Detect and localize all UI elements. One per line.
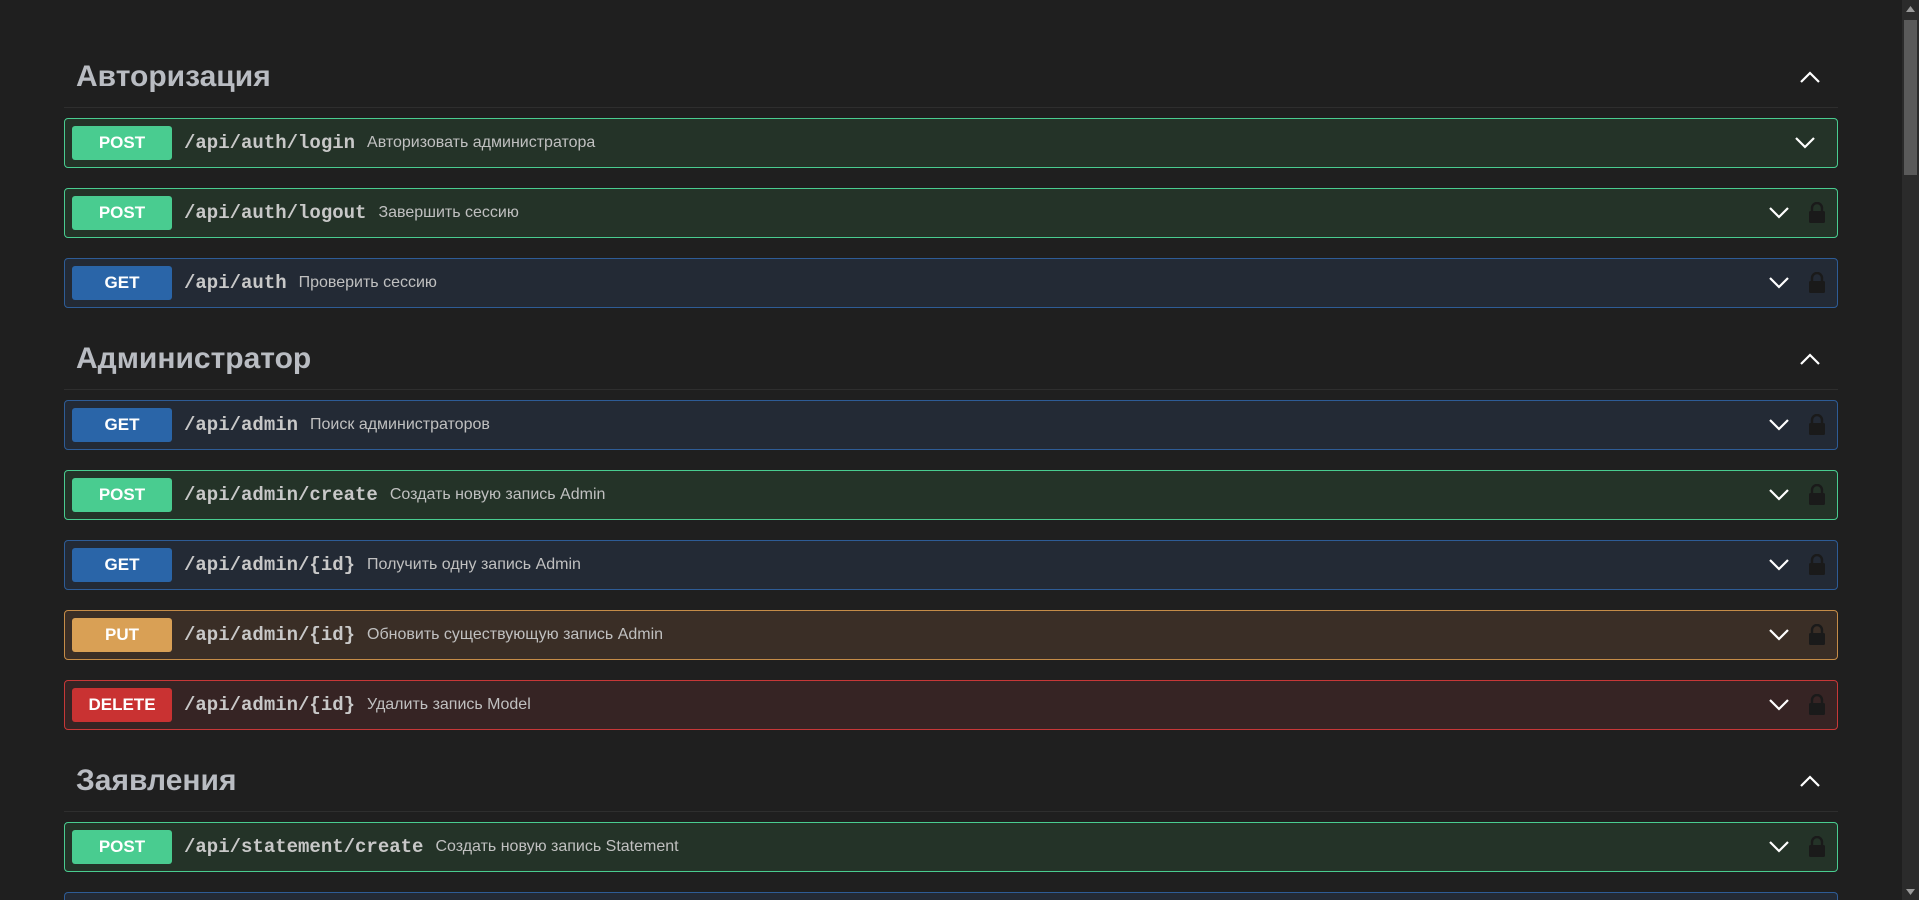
operation-path: /api/admin/{id}: [184, 624, 356, 646]
chevron-down-icon[interactable]: [1761, 687, 1797, 723]
operation-summary: Поиск администраторов: [310, 416, 490, 433]
chevron-down-icon[interactable]: [1761, 195, 1797, 231]
operation-post-auth-login[interactable]: POST /api/auth/login Авторизовать админи…: [64, 118, 1838, 168]
operation-path: /api/admin: [184, 414, 299, 436]
scrollbar-thumb[interactable]: [1904, 20, 1917, 175]
method-badge: GET: [72, 408, 172, 442]
lock-icon[interactable]: [1797, 195, 1837, 231]
operation-path: /api/statement/create: [184, 836, 424, 858]
method-badge: POST: [72, 196, 172, 230]
tag-header[interactable]: Авторизация: [64, 46, 1838, 108]
lock-icon[interactable]: [1797, 407, 1837, 443]
chevron-down-icon[interactable]: [1761, 265, 1797, 301]
tag-section-statements: Заявления POST /api/statement/create Соз…: [64, 750, 1838, 900]
lock-icon[interactable]: [1797, 265, 1837, 301]
chevron-down-icon[interactable]: [1761, 407, 1797, 443]
operation-controls: [1787, 119, 1837, 167]
lock-icon[interactable]: [1797, 829, 1837, 865]
chevron-up-icon[interactable]: [1794, 61, 1826, 93]
lock-icon[interactable]: [1797, 547, 1837, 583]
operation-summary: Авторизовать администратора: [367, 134, 596, 151]
tag-header[interactable]: Администратор: [64, 328, 1838, 390]
tag-title: Администратор: [76, 341, 312, 375]
operation-put-admin-id[interactable]: PUT /api/admin/{id} Обновить существующу…: [64, 610, 1838, 660]
operation-path: /api/auth/login: [184, 132, 356, 154]
method-badge: POST: [72, 830, 172, 864]
chevron-up-icon[interactable]: [1794, 343, 1826, 375]
operation-controls: [1761, 471, 1837, 519]
operation-controls: [1761, 401, 1837, 449]
scroll-up-icon[interactable]: [1902, 0, 1919, 17]
operation-partial[interactable]: [64, 892, 1838, 900]
operation-summary: Удалить запись Model: [367, 696, 531, 713]
operation-summary: Создать новую запись Admin: [389, 486, 606, 503]
operation-get-admin[interactable]: GET /api/admin Поиск администраторов: [64, 400, 1838, 450]
operation-summary: Обновить существующую запись Admin: [367, 626, 664, 643]
operation-path: /api/auth: [184, 272, 287, 294]
tag-title: Авторизация: [76, 59, 271, 93]
operations-list: Авторизация POST /api/auth/login Авториз…: [64, 46, 1838, 900]
method-badge: PUT: [72, 618, 172, 652]
operation-get-admin-id[interactable]: GET /api/admin/{id} Получить одну запись…: [64, 540, 1838, 590]
operation-controls: [1761, 189, 1837, 237]
operation-path: /api/admin/{id}: [184, 554, 356, 576]
operation-summary: Завершить сессию: [378, 204, 519, 221]
operation-summary: Проверить сессию: [298, 274, 437, 291]
operation-summary: Получить одну запись Admin: [367, 556, 581, 573]
operation-summary: Создать новую запись Statement: [435, 838, 679, 855]
method-badge: DELETE: [72, 688, 172, 722]
operation-post-statement-create[interactable]: POST /api/statement/create Создать новую…: [64, 822, 1838, 872]
operation-post-auth-logout[interactable]: POST /api/auth/logout Завершить сессию: [64, 188, 1838, 238]
operation-get-auth[interactable]: GET /api/auth Проверить сессию: [64, 258, 1838, 308]
chevron-down-icon[interactable]: [1787, 125, 1823, 161]
operation-controls: [1761, 681, 1837, 729]
vertical-scrollbar[interactable]: [1902, 0, 1919, 900]
lock-icon[interactable]: [1797, 617, 1837, 653]
operation-path: /api/admin/{id}: [184, 694, 356, 716]
chevron-down-icon[interactable]: [1761, 829, 1797, 865]
operation-controls: [1761, 541, 1837, 589]
method-badge: POST: [72, 126, 172, 160]
scroll-down-icon[interactable]: [1902, 883, 1919, 900]
chevron-down-icon[interactable]: [1761, 547, 1797, 583]
method-badge: GET: [72, 548, 172, 582]
tag-header[interactable]: Заявления: [64, 750, 1838, 812]
tag-section-admin: Администратор GET /api/admin Поиск админ…: [64, 328, 1838, 730]
method-badge: GET: [72, 266, 172, 300]
tag-section-auth: Авторизация POST /api/auth/login Авториз…: [64, 46, 1838, 308]
operation-controls: [1761, 259, 1837, 307]
chevron-down-icon[interactable]: [1761, 617, 1797, 653]
lock-icon[interactable]: [1797, 687, 1837, 723]
operation-controls: [1761, 611, 1837, 659]
operation-path: /api/auth/logout: [184, 202, 367, 224]
operation-delete-admin-id[interactable]: DELETE /api/admin/{id} Удалить запись Mo…: [64, 680, 1838, 730]
lock-icon[interactable]: [1797, 477, 1837, 513]
method-badge: POST: [72, 478, 172, 512]
operation-controls: [1761, 823, 1837, 871]
swagger-ui-viewport: Авторизация POST /api/auth/login Авториз…: [0, 0, 1919, 900]
chevron-down-icon[interactable]: [1761, 477, 1797, 513]
tag-title: Заявления: [76, 763, 237, 797]
operation-path: /api/admin/create: [184, 484, 378, 506]
chevron-up-icon[interactable]: [1794, 765, 1826, 797]
operation-post-admin-create[interactable]: POST /api/admin/create Создать новую зап…: [64, 470, 1838, 520]
